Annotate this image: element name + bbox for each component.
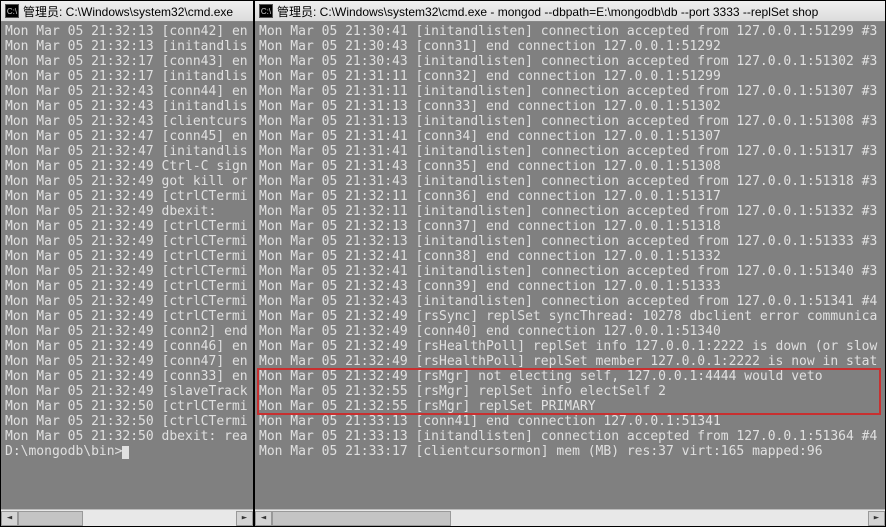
log-line: Mon Mar 05 21:32:49 [conn40] end connect… xyxy=(259,324,881,339)
log-line: Mon Mar 05 21:32:55 [rsMgr] replSet info… xyxy=(259,384,881,399)
scroll-right-button[interactable]: ► xyxy=(868,511,885,526)
log-line: Mon Mar 05 21:32:43 [initandlisten] conn… xyxy=(259,294,881,309)
scroll-track-left[interactable] xyxy=(18,511,236,526)
log-line: Mon Mar 05 21:31:11 [conn32] end connect… xyxy=(259,69,881,84)
log-line: Mon Mar 05 21:32:55 [rsMgr] replSet PRIM… xyxy=(259,399,881,414)
log-line: Mon Mar 05 21:32:17 [initandlis xyxy=(5,69,249,84)
scroll-thumb-left[interactable] xyxy=(18,511,83,526)
log-line: Mon Mar 05 21:33:13 [initandlisten] conn… xyxy=(259,429,881,444)
scrollbar-h-right[interactable]: ◄ ► xyxy=(255,509,885,526)
log-line: Mon Mar 05 21:32:11 [initandlisten] conn… xyxy=(259,204,881,219)
log-line: Mon Mar 05 21:32:13 [conn37] end connect… xyxy=(259,219,881,234)
log-line: Mon Mar 05 21:32:49 dbexit: xyxy=(5,204,249,219)
log-line: Mon Mar 05 21:32:49 [ctrlCTermi xyxy=(5,219,249,234)
scroll-track-right[interactable] xyxy=(272,511,868,526)
log-line: Mon Mar 05 21:32:49 Ctrl-C sign xyxy=(5,159,249,174)
cmd-icon: C:\ xyxy=(259,4,273,18)
log-line: Mon Mar 05 21:32:49 [slaveTrack xyxy=(5,384,249,399)
log-line: Mon Mar 05 21:32:49 [ctrlCTermi xyxy=(5,279,249,294)
scroll-left-button[interactable]: ◄ xyxy=(255,511,272,526)
log-line: Mon Mar 05 21:32:47 [conn45] en xyxy=(5,129,249,144)
scrollbar-h-left[interactable]: ◄ ► xyxy=(1,509,253,526)
log-line: Mon Mar 05 21:31:41 [conn34] end connect… xyxy=(259,129,881,144)
log-line: Mon Mar 05 21:32:13 [conn42] en xyxy=(5,24,249,39)
log-line: Mon Mar 05 21:32:49 [conn33] en xyxy=(5,369,249,384)
log-line: Mon Mar 05 21:31:13 [initandlisten] conn… xyxy=(259,114,881,129)
log-line: Mon Mar 05 21:32:49 [ctrlCTermi xyxy=(5,234,249,249)
title-text-left: 管理员: C:\Windows\system32\cmd.exe xyxy=(23,3,233,20)
scroll-thumb-right[interactable] xyxy=(272,511,451,526)
title-bar-right[interactable]: C:\ 管理员: C:\Windows\system32\cmd.exe - m… xyxy=(255,1,885,22)
log-line: Mon Mar 05 21:32:49 [ctrlCTermi xyxy=(5,264,249,279)
log-line: Mon Mar 05 21:31:13 [conn33] end connect… xyxy=(259,99,881,114)
log-line: Mon Mar 05 21:30:41 [initandlisten] conn… xyxy=(259,24,881,39)
log-line: Mon Mar 05 21:32:43 [clientcurs xyxy=(5,114,249,129)
log-line: Mon Mar 05 21:32:41 [initandlisten] conn… xyxy=(259,264,881,279)
log-line: Mon Mar 05 21:31:11 [initandlisten] conn… xyxy=(259,84,881,99)
title-text-right: 管理员: C:\Windows\system32\cmd.exe - mongo… xyxy=(277,3,818,20)
log-line: Mon Mar 05 21:31:43 [initandlisten] conn… xyxy=(259,174,881,189)
log-line: Mon Mar 05 21:30:43 [initandlisten] conn… xyxy=(259,54,881,69)
terminal-output-left[interactable]: Mon Mar 05 21:32:13 [conn42] enMon Mar 0… xyxy=(1,22,253,509)
log-line: Mon Mar 05 21:32:49 [ctrlCTermi xyxy=(5,294,249,309)
log-line: Mon Mar 05 21:32:49 [rsMgr] not electing… xyxy=(259,369,881,384)
log-line: Mon Mar 05 21:32:50 dbexit: rea xyxy=(5,429,249,444)
title-bar-left[interactable]: C:\ 管理员: C:\Windows\system32\cmd.exe xyxy=(1,1,253,22)
log-line: Mon Mar 05 21:32:49 [conn2] end xyxy=(5,324,249,339)
log-line: D:\mongodb\bin> xyxy=(5,444,249,459)
log-line: Mon Mar 05 21:32:43 [conn39] end connect… xyxy=(259,279,881,294)
log-line: Mon Mar 05 21:32:13 [initandlis xyxy=(5,39,249,54)
log-line: Mon Mar 05 21:31:41 [initandlisten] conn… xyxy=(259,144,881,159)
log-line: Mon Mar 05 21:32:50 [ctrlCTermi xyxy=(5,399,249,414)
log-line: Mon Mar 05 21:32:50 [ctrlCTermi xyxy=(5,414,249,429)
log-line: Mon Mar 05 21:32:49 [rsHealthPoll] replS… xyxy=(259,354,881,369)
cursor xyxy=(122,446,129,459)
console-window-right: C:\ 管理员: C:\Windows\system32\cmd.exe - m… xyxy=(254,0,886,527)
log-line: Mon Mar 05 21:32:49 [rsHealthPoll] replS… xyxy=(259,339,881,354)
log-line: Mon Mar 05 21:32:41 [conn38] end connect… xyxy=(259,249,881,264)
log-line: Mon Mar 05 21:32:49 [ctrlCTermi xyxy=(5,309,249,324)
log-line: Mon Mar 05 21:32:17 [conn43] en xyxy=(5,54,249,69)
log-line: Mon Mar 05 21:32:49 [rsSync] replSet syn… xyxy=(259,309,881,324)
log-line: Mon Mar 05 21:32:49 [ctrlCTermi xyxy=(5,189,249,204)
cmd-icon: C:\ xyxy=(5,4,19,18)
log-line: Mon Mar 05 21:32:49 got kill or xyxy=(5,174,249,189)
log-line: Mon Mar 05 21:32:49 [conn46] en xyxy=(5,339,249,354)
log-line: Mon Mar 05 21:30:43 [conn31] end connect… xyxy=(259,39,881,54)
log-line: Mon Mar 05 21:33:13 [conn41] end connect… xyxy=(259,414,881,429)
log-line: Mon Mar 05 21:32:43 [conn44] en xyxy=(5,84,249,99)
log-line: Mon Mar 05 21:32:47 [initandlis xyxy=(5,144,249,159)
log-line: Mon Mar 05 21:32:49 [conn47] en xyxy=(5,354,249,369)
log-line: Mon Mar 05 21:32:11 [conn36] end connect… xyxy=(259,189,881,204)
log-line: Mon Mar 05 21:32:43 [initandlis xyxy=(5,99,249,114)
log-line: Mon Mar 05 21:32:13 [initandlisten] conn… xyxy=(259,234,881,249)
log-line: Mon Mar 05 21:32:49 [ctrlCTermi xyxy=(5,249,249,264)
scroll-left-button[interactable]: ◄ xyxy=(1,511,18,526)
log-line: Mon Mar 05 21:31:43 [conn35] end connect… xyxy=(259,159,881,174)
console-window-left: C:\ 管理员: C:\Windows\system32\cmd.exe Mon… xyxy=(0,0,254,527)
terminal-output-right[interactable]: Mon Mar 05 21:30:41 [initandlisten] conn… xyxy=(255,22,885,509)
scroll-right-button[interactable]: ► xyxy=(236,511,253,526)
log-line: Mon Mar 05 21:33:17 [clientcursormon] me… xyxy=(259,444,881,459)
